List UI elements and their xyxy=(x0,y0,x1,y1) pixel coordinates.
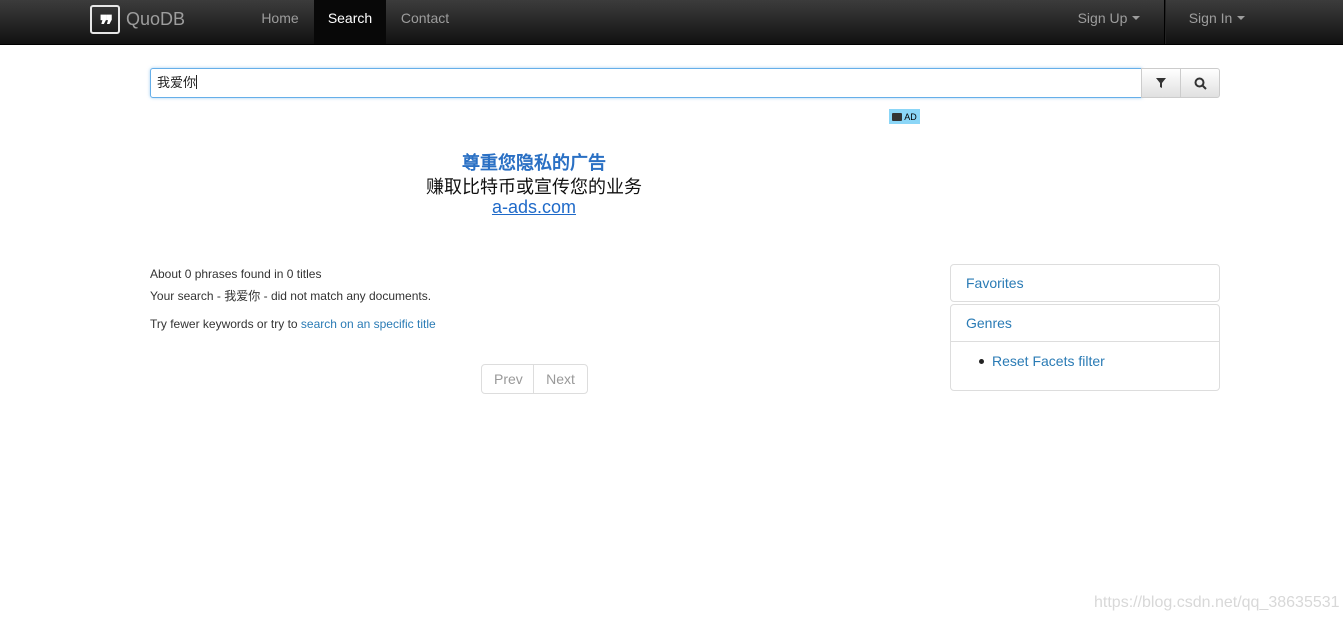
ad-subtitle: 赚取比特币或宣传您的业务 xyxy=(426,177,642,197)
sign-up-label: Sign Up xyxy=(1077,10,1128,26)
nav-home[interactable]: Home xyxy=(248,0,312,44)
search-input[interactable]: 我爱你 xyxy=(150,68,1142,98)
filter-icon xyxy=(1156,78,1166,88)
pager: Prev Next xyxy=(481,364,588,394)
suggestion-message: Try fewer keywords or try to search on a… xyxy=(150,317,436,331)
nav-divider xyxy=(1164,0,1165,44)
nav-contact[interactable]: Contact xyxy=(388,0,462,44)
favorites-heading[interactable]: Favorites xyxy=(951,265,1219,301)
ad-link[interactable]: a-ads.com xyxy=(360,197,708,218)
ad-title[interactable]: 尊重您隐私的广告 xyxy=(360,149,708,175)
brand[interactable]: ❞ QuoDB xyxy=(90,5,186,39)
text-cursor xyxy=(196,75,198,89)
suggestion-prefix: Try fewer keywords or try to xyxy=(150,317,301,331)
quote-logo-icon: ❞ xyxy=(90,5,120,39)
sign-in-dropdown[interactable]: Sign In xyxy=(1176,0,1258,44)
prev-button[interactable]: Prev xyxy=(482,365,534,393)
specific-title-link[interactable]: search on an specific title xyxy=(301,317,436,331)
search-icon xyxy=(1194,77,1207,90)
genres-panel: Genres Reset Facets filter xyxy=(950,304,1220,391)
caret-down-icon xyxy=(1132,16,1141,20)
search-button[interactable] xyxy=(1180,68,1220,98)
reset-facets-link[interactable]: Reset Facets filter xyxy=(992,353,1105,369)
filter-button[interactable] xyxy=(1141,68,1181,98)
search-query: 我爱你 xyxy=(224,289,261,303)
sign-in-label: Sign In xyxy=(1188,10,1233,26)
next-button[interactable]: Next xyxy=(534,365,587,393)
bullet-icon xyxy=(979,358,984,364)
ad-badge[interactable]: AD xyxy=(889,109,920,124)
nav-search[interactable]: Search xyxy=(314,0,386,44)
sign-up-dropdown[interactable]: Sign Up xyxy=(1066,0,1152,44)
results-summary: About 0 phrases found in 0 titles xyxy=(150,267,322,281)
ad-icon xyxy=(892,112,903,121)
watermark: https://blog.csdn.net/qq_38635531 xyxy=(1094,594,1340,611)
genres-list: Reset Facets filter xyxy=(951,341,1219,389)
reset-facets-item[interactable]: Reset Facets filter xyxy=(979,352,1219,370)
top-navbar: ❞ QuoDB Home Search Contact Sign Up Sign… xyxy=(0,0,1343,45)
no-match-suffix: - did not match any documents. xyxy=(260,289,432,303)
search-input-value: 我爱你 xyxy=(157,75,197,90)
favorites-panel: Favorites xyxy=(950,264,1220,302)
brand-name: QuoDB xyxy=(126,9,186,29)
no-match-prefix: Your search - xyxy=(150,289,225,303)
ad-badge-label: AD xyxy=(904,111,917,122)
no-match-message: Your search - 我爱你 - did not match any do… xyxy=(150,287,431,304)
genres-heading[interactable]: Genres xyxy=(951,305,1219,341)
caret-down-icon xyxy=(1237,16,1246,20)
